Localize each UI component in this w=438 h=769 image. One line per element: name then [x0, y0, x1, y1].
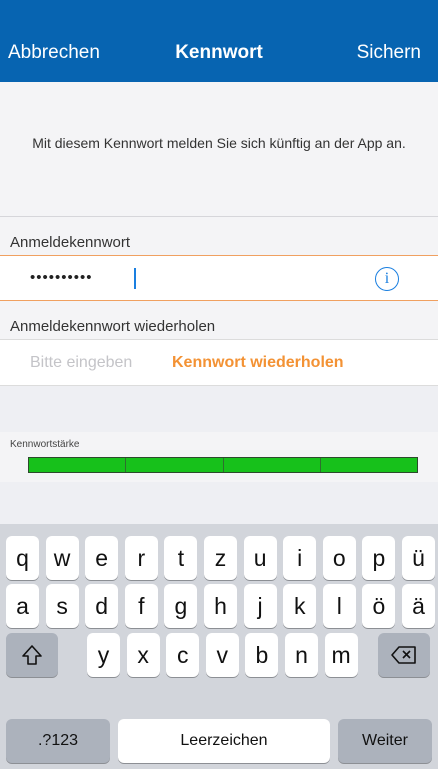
key-b[interactable]: b	[245, 633, 279, 677]
repeat-password-hint: Kennwort wiederholen	[172, 354, 344, 371]
key-z[interactable]: z	[204, 536, 237, 580]
repeat-password-field[interactable]: Kennwort wiederholen	[0, 340, 438, 386]
key-p[interactable]: p	[362, 536, 396, 580]
save-button[interactable]: Sichern	[357, 42, 421, 64]
backspace-icon[interactable]	[378, 633, 430, 677]
repeat-password-input[interactable]	[30, 352, 165, 374]
key-s[interactable]: s	[45, 584, 79, 628]
key-l[interactable]: l	[322, 584, 356, 628]
key-i[interactable]: i	[283, 536, 317, 580]
text-cursor	[134, 268, 136, 289]
password-masked-value[interactable]: ••••••••••	[30, 269, 93, 286]
space-key[interactable]: Leerzeichen	[118, 719, 330, 763]
numbers-key[interactable]: .?123	[6, 719, 110, 763]
key-j[interactable]: j	[243, 584, 277, 628]
spacer	[0, 482, 438, 524]
key-f[interactable]: f	[124, 584, 158, 628]
key-ü[interactable]: ü	[402, 536, 435, 580]
info-circle-icon[interactable]: i	[375, 267, 399, 291]
key-u[interactable]: u	[243, 536, 277, 580]
spacer	[0, 386, 438, 432]
key-w[interactable]: w	[45, 536, 79, 580]
strength-segment	[29, 458, 127, 472]
password-label: Anmeldekennwort	[0, 216, 438, 256]
key-n[interactable]: n	[285, 633, 318, 677]
info-text: Mit diesem Kennwort melden Sie sich künf…	[32, 135, 406, 151]
info-panel: Mit diesem Kennwort melden Sie sich künf…	[0, 82, 438, 216]
key-d[interactable]: d	[85, 584, 119, 628]
key-h[interactable]: h	[204, 584, 237, 628]
key-g[interactable]: g	[164, 584, 198, 628]
password-strength-panel: Kennwortstärke	[0, 432, 438, 482]
key-r[interactable]: r	[124, 536, 158, 580]
key-x[interactable]: x	[126, 633, 160, 677]
key-e[interactable]: e	[85, 536, 119, 580]
key-m[interactable]: m	[324, 633, 358, 677]
password-strength-label: Kennwortstärke	[10, 439, 80, 450]
repeat-password-label: Anmeldekennwort wiederholen	[0, 300, 438, 340]
strength-segment	[223, 458, 321, 472]
key-a[interactable]: a	[6, 584, 39, 628]
key-c[interactable]: c	[166, 633, 200, 677]
password-field[interactable]: •••••••••• i	[0, 256, 438, 300]
key-ä[interactable]: ä	[402, 584, 435, 628]
key-v[interactable]: v	[205, 633, 239, 677]
return-key[interactable]: Weiter	[338, 719, 432, 763]
key-t[interactable]: t	[164, 536, 198, 580]
navigation-bar: Abbrechen Kennwort Sichern	[0, 0, 438, 82]
key-q[interactable]: q	[6, 536, 39, 580]
onscreen-keyboard: qwertzuiopü asdfghjklöä yxcvbnm .?123 Le…	[0, 524, 438, 769]
shift-arrow-icon[interactable]	[6, 633, 58, 677]
key-o[interactable]: o	[322, 536, 356, 580]
key-y[interactable]: y	[87, 633, 120, 677]
strength-segment	[126, 458, 224, 472]
cancel-button[interactable]: Abbrechen	[8, 42, 100, 64]
password-strength-meter	[28, 457, 418, 473]
key-ö[interactable]: ö	[362, 584, 396, 628]
strength-segment	[320, 458, 417, 472]
key-k[interactable]: k	[283, 584, 317, 628]
